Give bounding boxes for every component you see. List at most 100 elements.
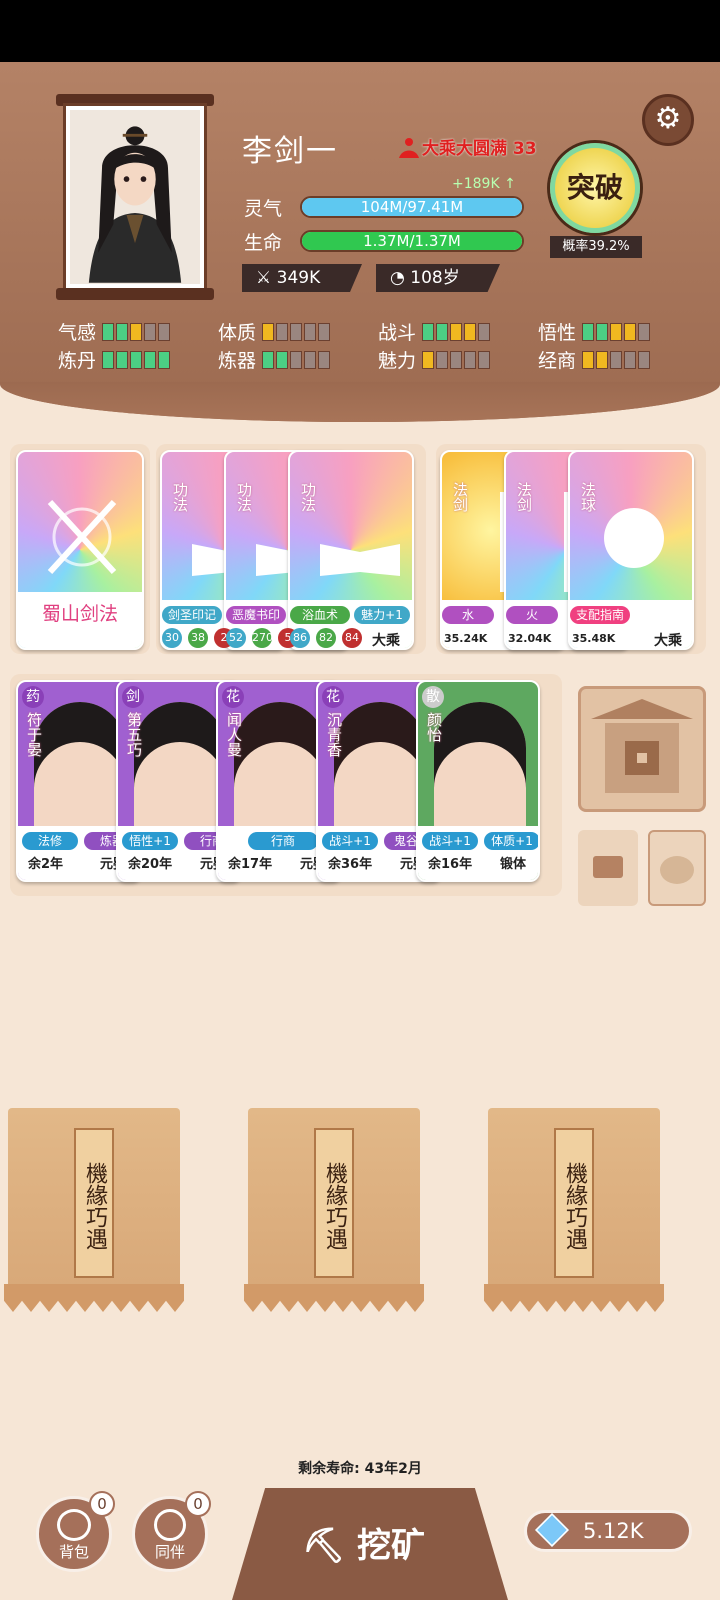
companion-card[interactable]: 散颜怡 战斗+1 体质+1 余16年 锻体 <box>416 680 540 882</box>
bag-label: 機緣巧遇 <box>554 1128 594 1278</box>
breakthrough-button[interactable]: 突破 <box>550 143 640 233</box>
companion-name: 符于晏 <box>25 712 43 757</box>
bag-label: 背包 <box>58 1543 89 1561</box>
attribute-label: 炼丹 <box>58 350 97 372</box>
qi-value: 104M/97.41M <box>360 198 464 216</box>
companion-life: 余2年 <box>28 857 64 872</box>
skill-card[interactable]: 蜀山剑法 <box>16 450 144 650</box>
bag-count: 0 <box>89 1491 115 1517</box>
companion-name: 第五巧 <box>125 712 143 757</box>
partner-count: 0 <box>185 1491 211 1517</box>
weapon-power: 35.24K <box>444 632 488 645</box>
bag-label: 機緣巧遇 <box>74 1128 114 1278</box>
companion-tag: 悟性+1 <box>122 832 178 850</box>
pip <box>464 350 477 369</box>
companion-tag: 行商 <box>248 832 318 850</box>
pip <box>276 322 289 341</box>
pip <box>262 350 275 369</box>
technique-number: 82 <box>316 628 336 648</box>
status-bar <box>0 0 720 62</box>
gear-icon[interactable]: ⚙ <box>642 94 694 146</box>
pip <box>304 322 317 341</box>
technique-realm: 大乘 <box>372 633 400 649</box>
pavilion-button[interactable] <box>578 686 706 812</box>
attribute-label: 战斗 <box>378 322 417 344</box>
qi-gain: +189K ↑ <box>452 176 516 192</box>
weapon-tag: 水 <box>442 606 494 624</box>
pickaxe-icon: ⛏ <box>302 1526 346 1566</box>
pip <box>158 350 171 369</box>
orb-icon <box>604 508 664 568</box>
technique-number: 84 <box>342 628 362 648</box>
companion-tag: 体质+1 <box>484 832 538 850</box>
attribute-0: 气感 <box>58 318 171 345</box>
mine-button[interactable]: ⛏ 挖矿 <box>232 1488 508 1600</box>
companion-badge: 药 <box>22 686 44 708</box>
scroll-button[interactable] <box>648 830 706 906</box>
attribute-label: 经商 <box>538 350 577 372</box>
weapon-tag: 火 <box>506 606 558 624</box>
person-icon <box>154 1509 186 1541</box>
gem-icon <box>535 1513 569 1547</box>
stat-label-qi: 灵气 <box>244 198 283 220</box>
companion-life: 余16年 <box>428 857 473 872</box>
bag-button[interactable]: 背包 0 <box>36 1491 115 1572</box>
pip <box>116 350 129 369</box>
attribute-label: 气感 <box>58 322 97 344</box>
remaining-life: 剩余寿命: 43年2月 <box>298 1461 422 1477</box>
companion-badge: 花 <box>222 686 244 708</box>
attribute-pips <box>422 322 491 341</box>
life-value: 1.37M/1.37M <box>363 232 461 250</box>
pip <box>596 350 609 369</box>
pip <box>624 322 637 341</box>
meditation-icon <box>396 136 422 162</box>
pip <box>478 322 491 341</box>
pip <box>290 322 303 341</box>
book-icon <box>320 544 400 576</box>
companion-name: 颜怡 <box>425 712 443 742</box>
technique-type: 功法 <box>235 482 253 512</box>
player-name: 李剑一 <box>242 134 338 169</box>
weapon-type: 法球 <box>579 482 597 512</box>
bag-edge <box>4 1284 184 1312</box>
companion-tag: 法修 <box>22 832 78 850</box>
skill-name: 蜀山剑法 <box>41 603 118 625</box>
pip <box>102 350 115 369</box>
sword-icon: ⚔ <box>256 268 272 288</box>
pip <box>262 322 275 341</box>
bag-icon <box>57 1509 91 1541</box>
technique-type: 功法 <box>171 482 189 512</box>
portrait-scroll[interactable] <box>56 94 214 300</box>
fortune-bag[interactable]: 機緣巧遇 <box>484 1108 664 1312</box>
companion-badge: 花 <box>322 686 344 708</box>
pip <box>610 322 623 341</box>
technique-tag: 魅力+1 <box>354 606 410 624</box>
partner-button[interactable]: 同伴 0 <box>132 1491 211 1572</box>
fortune-bag[interactable]: 機緣巧遇 <box>244 1108 424 1312</box>
technique-number: 30 <box>162 628 182 648</box>
attribute-pips <box>422 350 491 369</box>
fortune-bag[interactable]: 機緣巧遇 <box>4 1108 184 1312</box>
attribute-5: 炼器 <box>218 346 331 373</box>
pip <box>464 322 477 341</box>
pip <box>102 322 115 341</box>
weapon-type: 法剑 <box>451 482 469 512</box>
pip <box>624 350 637 369</box>
weapon-type: 法剑 <box>515 482 533 512</box>
companion-life: 余17年 <box>228 857 273 872</box>
pip <box>436 322 449 341</box>
technique-tag: 剑圣印记 <box>162 606 222 624</box>
pip <box>144 350 157 369</box>
bag-label: 機緣巧遇 <box>314 1128 354 1278</box>
weapon-tag: 支配指南 <box>570 606 630 624</box>
technique-tag: 浴血术 <box>290 606 350 624</box>
gem-counter[interactable]: 5.12K <box>524 1510 692 1552</box>
box-icon <box>593 856 623 878</box>
age-chip: ◔ 108岁 <box>376 264 500 292</box>
scroll-rod-top <box>56 94 214 106</box>
attribute-2: 战斗 <box>378 318 491 345</box>
storage-button[interactable] <box>578 830 638 906</box>
pip <box>638 322 651 341</box>
pip <box>450 350 463 369</box>
attribute-pips <box>262 322 331 341</box>
